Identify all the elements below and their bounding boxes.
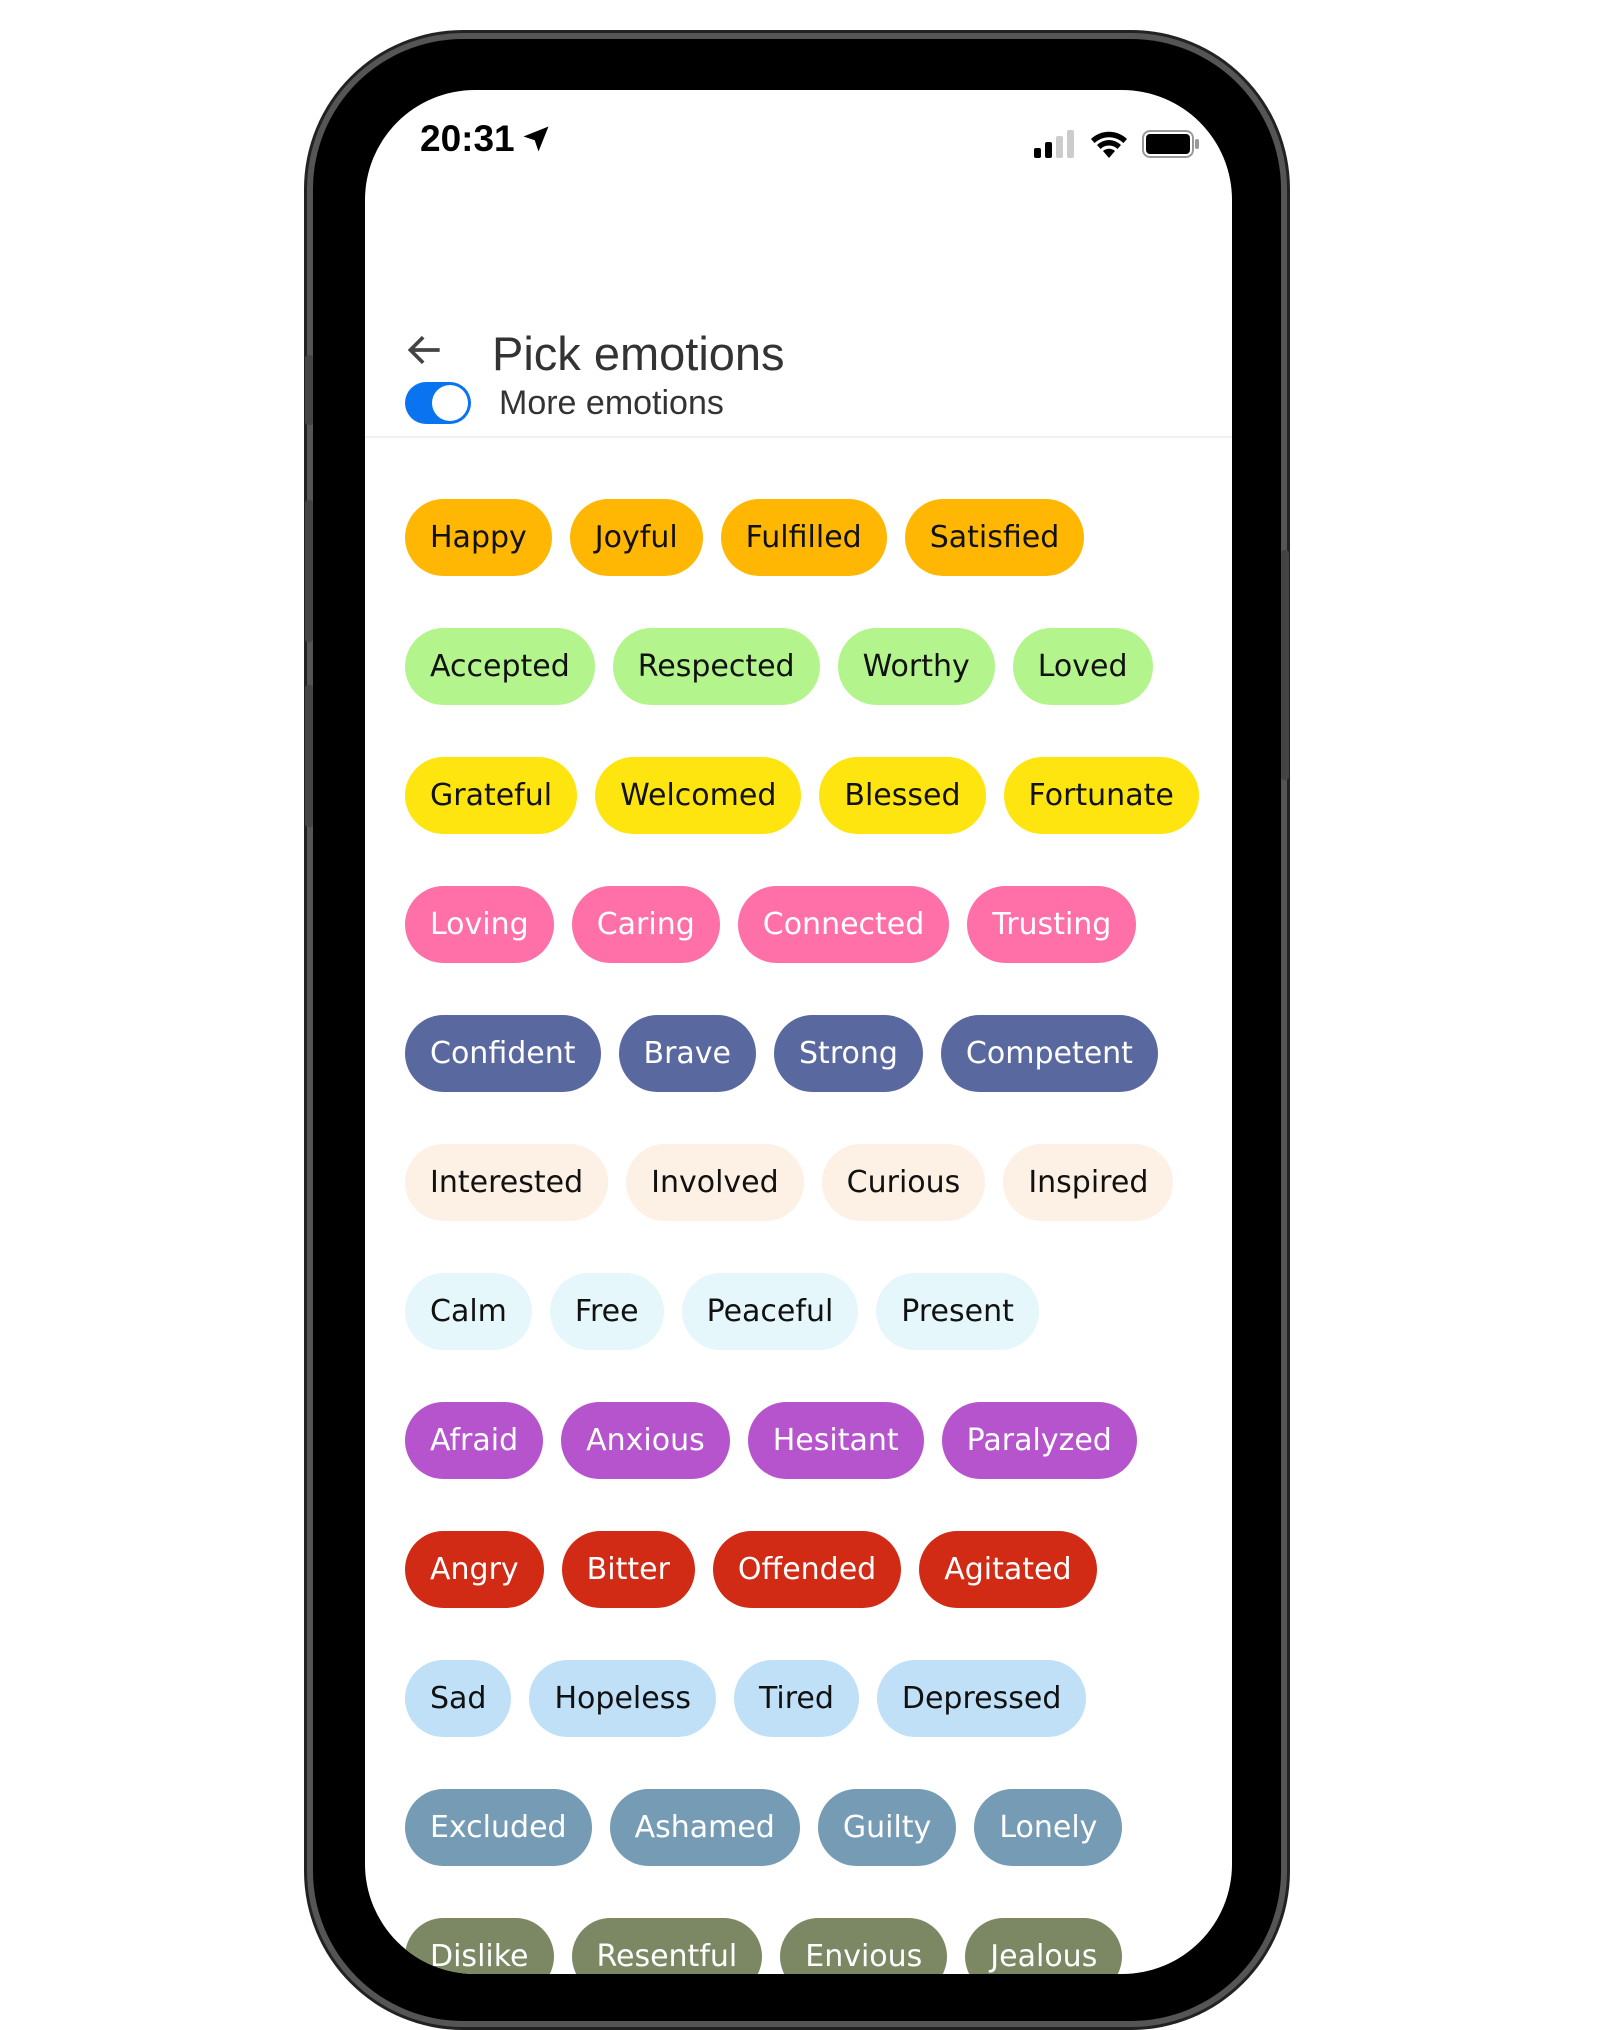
emotion-chip[interactable]: Paralyzed [941,1402,1137,1479]
emotion-chip[interactable]: Tired [733,1660,859,1737]
emotion-row: Interested Involved Curious Inspired [405,1144,1225,1221]
emotion-chip[interactable]: Blessed [819,757,986,834]
emotion-chip[interactable]: Depressed [876,1660,1087,1737]
status-bar: 20:31 [420,118,551,160]
emotion-row: Angry Bitter Offended Agitated [405,1531,1225,1608]
page-title: Pick emotions [492,327,785,380]
emotion-chip[interactable]: Interested [405,1144,609,1221]
emotion-chip[interactable]: Resentful [571,1918,763,1974]
emotion-chip[interactable]: Satisfied [904,499,1085,576]
power-button [1281,550,1289,780]
emotion-chip[interactable]: Happy [405,499,552,576]
emotion-chip[interactable]: Inspired [1003,1144,1174,1221]
emotion-chip[interactable]: Strong [774,1015,923,1092]
emotion-chip[interactable]: Present [876,1273,1039,1350]
emotion-chip[interactable]: Grateful [405,757,578,834]
emotion-chip[interactable]: Fortunate [1003,757,1199,834]
emotion-row: Excluded Ashamed Guilty Lonely [405,1789,1225,1866]
emotion-chip[interactable]: Welcomed [595,757,802,834]
emotion-chip[interactable]: Angry [405,1531,544,1608]
emotion-chip[interactable]: Hesitant [747,1402,924,1479]
emotion-chip[interactable]: Excluded [405,1789,592,1866]
signal-icon [1034,130,1074,158]
emotion-row: Afraid Anxious Hesitant Paralyzed [405,1402,1225,1479]
arrow-left-icon[interactable] [403,328,447,372]
emotion-chip[interactable]: Loving [405,886,554,963]
battery-icon [1142,130,1199,158]
emotion-row: Accepted Respected Worthy Loved [405,628,1225,705]
emotion-chip[interactable]: Afraid [405,1402,544,1479]
emotion-row: Grateful Welcomed Blessed Fortunate [405,757,1225,834]
emotion-row: Confident Brave Strong Competent [405,1015,1225,1092]
toggle-knob [432,385,468,421]
volume-up-button [305,500,313,642]
emotion-chip[interactable]: Connected [737,886,950,963]
emotion-chip[interactable]: Offended [712,1531,902,1608]
emotion-chip[interactable]: Calm [405,1273,532,1350]
mute-switch [305,355,313,425]
emotion-chip[interactable]: Sad [405,1660,512,1737]
emotion-chips: Happy Joyful Fulfilled Satisfied Accepted Res… [405,499,1225,1974]
emotion-chip[interactable]: Curious [821,1144,986,1221]
emotion-chip[interactable]: Envious [780,1918,948,1974]
emotion-chip[interactable]: Fulfilled [720,499,887,576]
emotion-chip[interactable]: Respected [612,628,820,705]
emotion-chip[interactable]: Caring [571,886,720,963]
emotion-chip[interactable]: Dislike [405,1918,554,1974]
emotion-chip[interactable]: Accepted [405,628,595,705]
emotion-chip[interactable]: Guilty [817,1789,957,1866]
emotion-chip[interactable]: Free [549,1273,664,1350]
more-emotions-toggle[interactable] [405,382,471,424]
more-emotions-row: More emotions [405,382,724,424]
emotion-chip[interactable]: Peaceful [681,1273,859,1350]
emotion-row: Sad Hopeless Tired Depressed [405,1660,1225,1737]
emotion-row: Happy Joyful Fulfilled Satisfied [405,499,1225,576]
emotion-chip[interactable]: Confident [405,1015,601,1092]
wifi-icon [1091,131,1127,158]
emotion-chip[interactable]: Anxious [561,1402,730,1479]
emotion-row: Loving Caring Connected Trusting [405,886,1225,963]
location-arrow-icon [523,126,549,152]
emotion-chip[interactable]: Hopeless [529,1660,716,1737]
emotion-chip[interactable]: Loved [1012,628,1153,705]
status-icons [1034,130,1200,158]
emotion-chip[interactable]: Worthy [837,628,995,705]
emotion-chip[interactable]: Brave [618,1015,757,1092]
emotion-chip[interactable]: Lonely [974,1789,1123,1866]
emotion-row: Calm Free Peaceful Present [405,1273,1225,1350]
emotion-chip[interactable]: Involved [626,1144,804,1221]
status-time: 20:31 [420,118,515,159]
emotion-chip[interactable]: Jealous [965,1918,1123,1974]
emotion-chip[interactable]: Bitter [561,1531,695,1608]
more-emotions-label: More emotions [499,383,724,422]
emotion-chip[interactable]: Trusting [967,886,1137,963]
emotion-chip[interactable]: Competent [940,1015,1158,1092]
emotion-chip[interactable]: Ashamed [609,1789,800,1866]
screen: 20:31 Pick emotions More emotions Happy J… [365,90,1232,1974]
emotion-row: Dislike Resentful Envious Jealous [405,1918,1225,1974]
emotion-chip[interactable]: Agitated [919,1531,1097,1608]
emotion-chip[interactable]: Joyful [569,499,703,576]
volume-down-button [305,685,313,827]
